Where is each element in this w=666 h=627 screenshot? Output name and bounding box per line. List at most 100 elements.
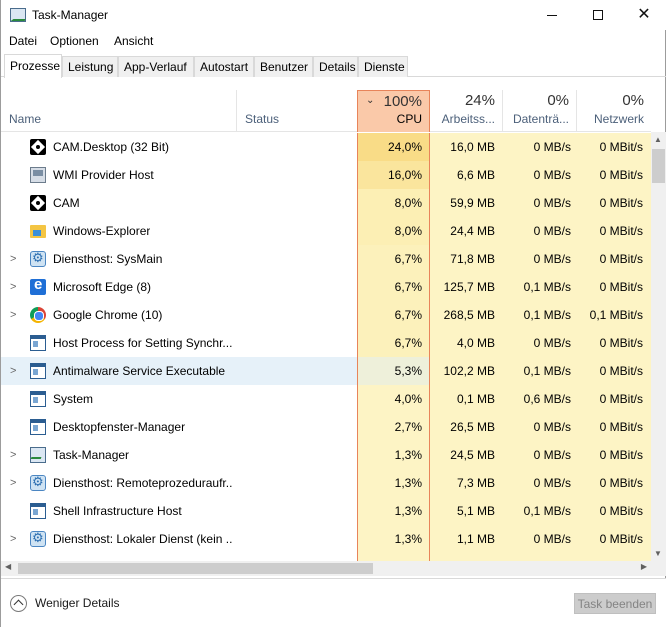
process-row[interactable]: CAM.Desktop (32 Bit) 24,0% 16,0 MB 0 MB/s 0 … xyxy=(1,133,651,161)
column-header-disk[interactable]: 0% Datenträ... xyxy=(502,90,576,132)
end-task-button[interactable]: Task beenden xyxy=(574,593,656,614)
process-name-cell[interactable]: > Antimalware Service Executable xyxy=(1,357,237,385)
process-row[interactable]: Windows-Explorer 8,0% 24,4 MB 0 MB/s 0 MBit/… xyxy=(1,217,651,245)
tab-autostart[interactable]: Autostart xyxy=(194,56,254,77)
process-row[interactable]: Desktopfenster-Manager 2,7% 26,5 MB 0 MB/s 0… xyxy=(1,413,651,441)
expand-chevron-icon[interactable]: > xyxy=(10,469,16,497)
process-name-cell[interactable]: Shell Infrastructure Host xyxy=(1,497,237,525)
disk-total-percent: 0% xyxy=(547,92,569,109)
expand-chevron-icon[interactable]: > xyxy=(10,441,16,469)
process-network: 0 MBit/s xyxy=(576,245,651,273)
process-row[interactable]: Shell Infrastructure Host 1,3% 5,1 MB 0,1 M… xyxy=(1,497,651,525)
process-disk: 0,1 MB/s xyxy=(502,357,576,385)
process-cpu: 16,0% xyxy=(357,161,430,189)
vertical-scroll-thumb[interactable] xyxy=(652,149,665,183)
window-icon xyxy=(30,503,46,519)
title-bar[interactable]: Task-Manager ✕ xyxy=(1,0,666,30)
process-name-cell[interactable]: WMI Provider Host xyxy=(1,161,237,189)
tab-bar: Prozesse Leistung App-Verlauf Autostart … xyxy=(1,54,666,78)
column-header-cpu[interactable]: ⌄ 100% CPU xyxy=(357,90,430,132)
column-header-status[interactable]: Status xyxy=(237,90,357,132)
scroll-up-icon[interactable]: ▲ xyxy=(654,135,662,144)
process-row[interactable]: > Diensthost: SysMain 6,7%71,8 MB0 MB/s0 M… xyxy=(1,245,651,273)
column-status-label: Status xyxy=(245,112,280,126)
process-name: Antimalware Service Executable xyxy=(53,364,226,378)
expand-chevron-icon[interactable]: > xyxy=(10,245,16,273)
process-memory: 59,9 MB xyxy=(430,189,502,217)
process-disk: 0 MB/s xyxy=(502,441,576,469)
column-header-name[interactable]: Name xyxy=(1,90,237,132)
scroll-left-icon[interactable]: ◀ xyxy=(5,562,11,571)
process-row[interactable]: > Task-Manager 1,3% 24,5 MB 0 MB/s 0 MBit/s xyxy=(1,441,651,469)
tab-dienste[interactable]: Dienste xyxy=(358,56,408,77)
process-name-cell[interactable]: System xyxy=(1,385,237,413)
vertical-scrollbar[interactable]: ▲ ▼ xyxy=(651,132,666,561)
minimize-button[interactable] xyxy=(529,0,575,30)
expand-chevron-icon[interactable]: > xyxy=(10,525,16,553)
menu-optionen[interactable]: Optionen xyxy=(50,34,99,48)
gear-icon xyxy=(30,474,46,491)
process-network: 0 MBit/s xyxy=(576,385,651,413)
column-name-label: Name xyxy=(9,112,42,126)
process-row[interactable]: > Antimalware Service Executable 5,3% 102,2… xyxy=(1,357,651,385)
column-disk-label: Datenträ... xyxy=(512,112,569,126)
tab-details[interactable]: Details xyxy=(313,56,358,77)
process-name-cell[interactable]: CAM.Desktop (32 Bit) xyxy=(1,133,237,161)
process-name-cell[interactable]: Desktopfenster-Manager xyxy=(1,413,237,441)
process-name: Windows-Explorer xyxy=(53,224,151,238)
process-name-cell[interactable]: > Diensthost: Lokaler Dienst (kein ... xyxy=(1,525,237,553)
folder-icon xyxy=(30,225,46,238)
process-memory: 24,4 MB xyxy=(430,217,502,245)
scroll-right-icon[interactable]: ▶ xyxy=(641,562,647,571)
process-name-cell[interactable]: Host Process for Setting Synchr... xyxy=(1,329,237,357)
fewer-details-button[interactable]: Weniger Details xyxy=(10,593,119,613)
process-memory: 268,5 MB xyxy=(430,301,502,329)
scroll-down-icon[interactable]: ▼ xyxy=(654,549,662,558)
menu-datei[interactable]: Datei xyxy=(9,34,37,48)
column-header-network[interactable]: 0% Netzwerk xyxy=(576,90,651,132)
maximize-button[interactable] xyxy=(575,0,621,30)
tab-prozesse[interactable]: Prozesse xyxy=(4,54,62,78)
process-name-cell[interactable]: > Google Chrome (10) xyxy=(1,301,237,329)
maximize-icon xyxy=(593,10,603,20)
process-network: 0 MBit/s xyxy=(576,329,651,357)
close-button[interactable]: ✕ xyxy=(621,0,666,30)
process-row[interactable]: > Diensthost: Lokaler Dienst (kein ... 1,3… xyxy=(1,525,651,553)
process-row[interactable]: > Microsoft Edge (8) 6,7%125,7 MB0,1 MB/s0… xyxy=(1,273,651,301)
process-status xyxy=(237,189,357,217)
process-name-cell[interactable]: Windows-Explorer xyxy=(1,217,237,245)
process-disk: 0 MB/s xyxy=(502,469,576,497)
process-status xyxy=(237,413,357,441)
process-name-cell[interactable]: CAM xyxy=(1,189,237,217)
horizontal-scrollbar[interactable]: ◀ ▶ xyxy=(1,561,651,576)
process-name: Diensthost: Remoteprozeduraufr... xyxy=(53,476,233,490)
process-name-cell[interactable]: > Diensthost: Remoteprozeduraufr... xyxy=(1,469,237,497)
process-name-cell[interactable]: > Microsoft Edge (8) xyxy=(1,273,237,301)
expand-chevron-icon[interactable]: > xyxy=(10,301,16,329)
window-icon xyxy=(30,363,46,379)
process-memory: 71,8 MB xyxy=(430,245,502,273)
tab-leistung[interactable]: Leistung xyxy=(62,56,118,77)
cpu-total-percent: 100% xyxy=(383,93,422,110)
chevron-up-icon xyxy=(10,594,27,612)
process-name: Host Process for Setting Synchr... xyxy=(53,336,233,350)
window-title: Task-Manager xyxy=(32,8,109,22)
column-header-memory[interactable]: 24% Arbeitss... xyxy=(430,90,502,132)
expand-chevron-icon[interactable]: > xyxy=(10,273,16,301)
process-row[interactable]: CAM 8,0% 59,9 MB 0 MB/s 0 MBit/s xyxy=(1,189,651,217)
process-row[interactable]: Host Process for Setting Synchr... 6,7% 4,… xyxy=(1,329,651,357)
process-name-cell[interactable]: > Diensthost: SysMain xyxy=(1,245,237,273)
expand-chevron-icon[interactable]: > xyxy=(10,357,16,385)
tab-benutzer[interactable]: Benutzer xyxy=(254,56,313,77)
process-disk: 0 MB/s xyxy=(502,245,576,273)
process-row-partial[interactable] xyxy=(1,553,651,561)
tab-app-verlauf[interactable]: App-Verlauf xyxy=(118,56,194,77)
menu-ansicht[interactable]: Ansicht xyxy=(114,34,153,48)
process-memory: 1,1 MB xyxy=(430,525,502,553)
process-row[interactable]: WMI Provider Host 16,0% 6,6 MB 0 MB/s 0 MBit… xyxy=(1,161,651,189)
process-name-cell[interactable]: > Task-Manager xyxy=(1,441,237,469)
process-row[interactable]: > Google Chrome (10) 6,7% 268,5 MB 0,1 MB/s 0… xyxy=(1,301,651,329)
horizontal-scroll-thumb[interactable] xyxy=(18,563,373,574)
process-row[interactable]: > Diensthost: Remoteprozeduraufr... 1,3%7,… xyxy=(1,469,651,497)
process-row[interactable]: System 4,0% 0,1 MB 0,6 MB/s 0 MBit/s xyxy=(1,385,651,413)
